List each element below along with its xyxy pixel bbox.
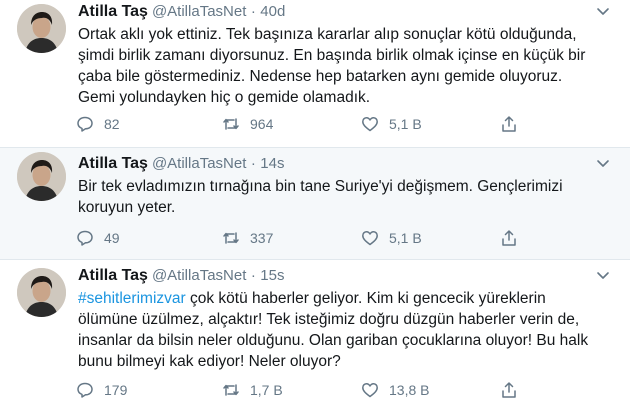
reply-icon (77, 230, 93, 246)
share-button[interactable] (500, 114, 528, 134)
share-icon (502, 230, 516, 246)
share-icon (502, 382, 516, 398)
avatar[interactable] (17, 4, 66, 53)
tweet-text: Bir tek evladımızın tırnağına bin tane S… (78, 178, 563, 216)
like-count: 5,1 B (389, 116, 422, 132)
retweet-button[interactable]: 1,7 B (222, 380, 283, 400)
reply-button[interactable]: 82 (76, 114, 120, 134)
chevron-down-icon[interactable] (594, 266, 612, 284)
chevron-down-icon[interactable] (594, 154, 612, 172)
tweet-text: Ortak aklı yok ettiniz. Tek başınıza kar… (78, 26, 586, 106)
like-count: 5,1 B (389, 230, 422, 246)
author-handle[interactable]: @AtillaTasNet (152, 267, 246, 284)
tweet-text: #sehitlerimizvar çok kötü haberler geliy… (78, 288, 598, 372)
timestamp[interactable]: 15s (260, 267, 284, 284)
tweet[interactable]: Atilla Taş @AtillaTasNet · 15s #sehitleri… (0, 260, 630, 416)
share-button[interactable] (500, 380, 528, 400)
retweet-count: 1,7 B (250, 382, 283, 398)
timestamp[interactable]: 14s (260, 155, 284, 172)
retweet-count: 964 (250, 116, 274, 132)
like-button[interactable]: 5,1 B (361, 114, 422, 134)
retweet-icon (223, 118, 239, 130)
retweet-icon (223, 384, 239, 396)
like-icon (362, 231, 378, 246)
tweet[interactable]: Atilla Taş @AtillaTasNet · 40d Ortak aklı… (0, 0, 630, 148)
like-icon (362, 383, 378, 398)
like-button[interactable]: 5,1 B (361, 228, 422, 248)
like-icon (362, 117, 378, 132)
tweet-header: Atilla Taş @AtillaTasNet · 15s (78, 266, 284, 286)
retweet-icon (223, 232, 239, 244)
author-handle[interactable]: @AtillaTasNet (152, 3, 246, 20)
author-handle[interactable]: @AtillaTasNet (152, 155, 246, 172)
tweet-actions: 49 337 5,1 B (76, 228, 546, 248)
share-button[interactable] (500, 228, 528, 248)
tweet-feed: Atilla Taş @AtillaTasNet · 40d Ortak aklı… (0, 0, 640, 416)
tweet-actions: 179 1,7 B 13,8 B (76, 380, 546, 400)
chevron-down-icon[interactable] (594, 2, 612, 20)
tweet-header: Atilla Taş @AtillaTasNet · 40d (78, 2, 285, 22)
reply-icon (77, 382, 93, 398)
hashtag-link[interactable]: #sehitlerimizvar (78, 290, 186, 307)
tweet-header: Atilla Taş @AtillaTasNet · 14s (78, 154, 284, 174)
share-icon (502, 116, 516, 132)
reply-count: 49 (104, 230, 120, 246)
like-button[interactable]: 13,8 B (361, 380, 429, 400)
timestamp[interactable]: 40d (260, 3, 285, 20)
author-name[interactable]: Atilla Taş (78, 267, 148, 284)
reply-button[interactable]: 49 (76, 228, 120, 248)
separator-dot: · (250, 267, 256, 284)
reply-icon (77, 116, 93, 132)
tweet[interactable]: Atilla Taş @AtillaTasNet · 14s Bir tek ev… (0, 148, 630, 260)
avatar[interactable] (17, 152, 66, 201)
avatar-image (17, 268, 66, 317)
separator-dot: · (250, 3, 256, 20)
retweet-button[interactable]: 337 (222, 228, 273, 248)
separator-dot: · (250, 155, 256, 172)
retweet-button[interactable]: 964 (222, 114, 273, 134)
avatar-image (17, 152, 66, 201)
reply-count: 179 (104, 382, 128, 398)
like-count: 13,8 B (389, 382, 430, 398)
reply-button[interactable]: 179 (76, 380, 127, 400)
tweet-actions: 82 964 5,1 B (76, 114, 546, 134)
avatar-image (17, 4, 66, 53)
retweet-count: 337 (250, 230, 274, 246)
author-name[interactable]: Atilla Taş (78, 3, 148, 20)
avatar[interactable] (17, 268, 66, 317)
reply-count: 82 (104, 116, 120, 132)
author-name[interactable]: Atilla Taş (78, 155, 148, 172)
